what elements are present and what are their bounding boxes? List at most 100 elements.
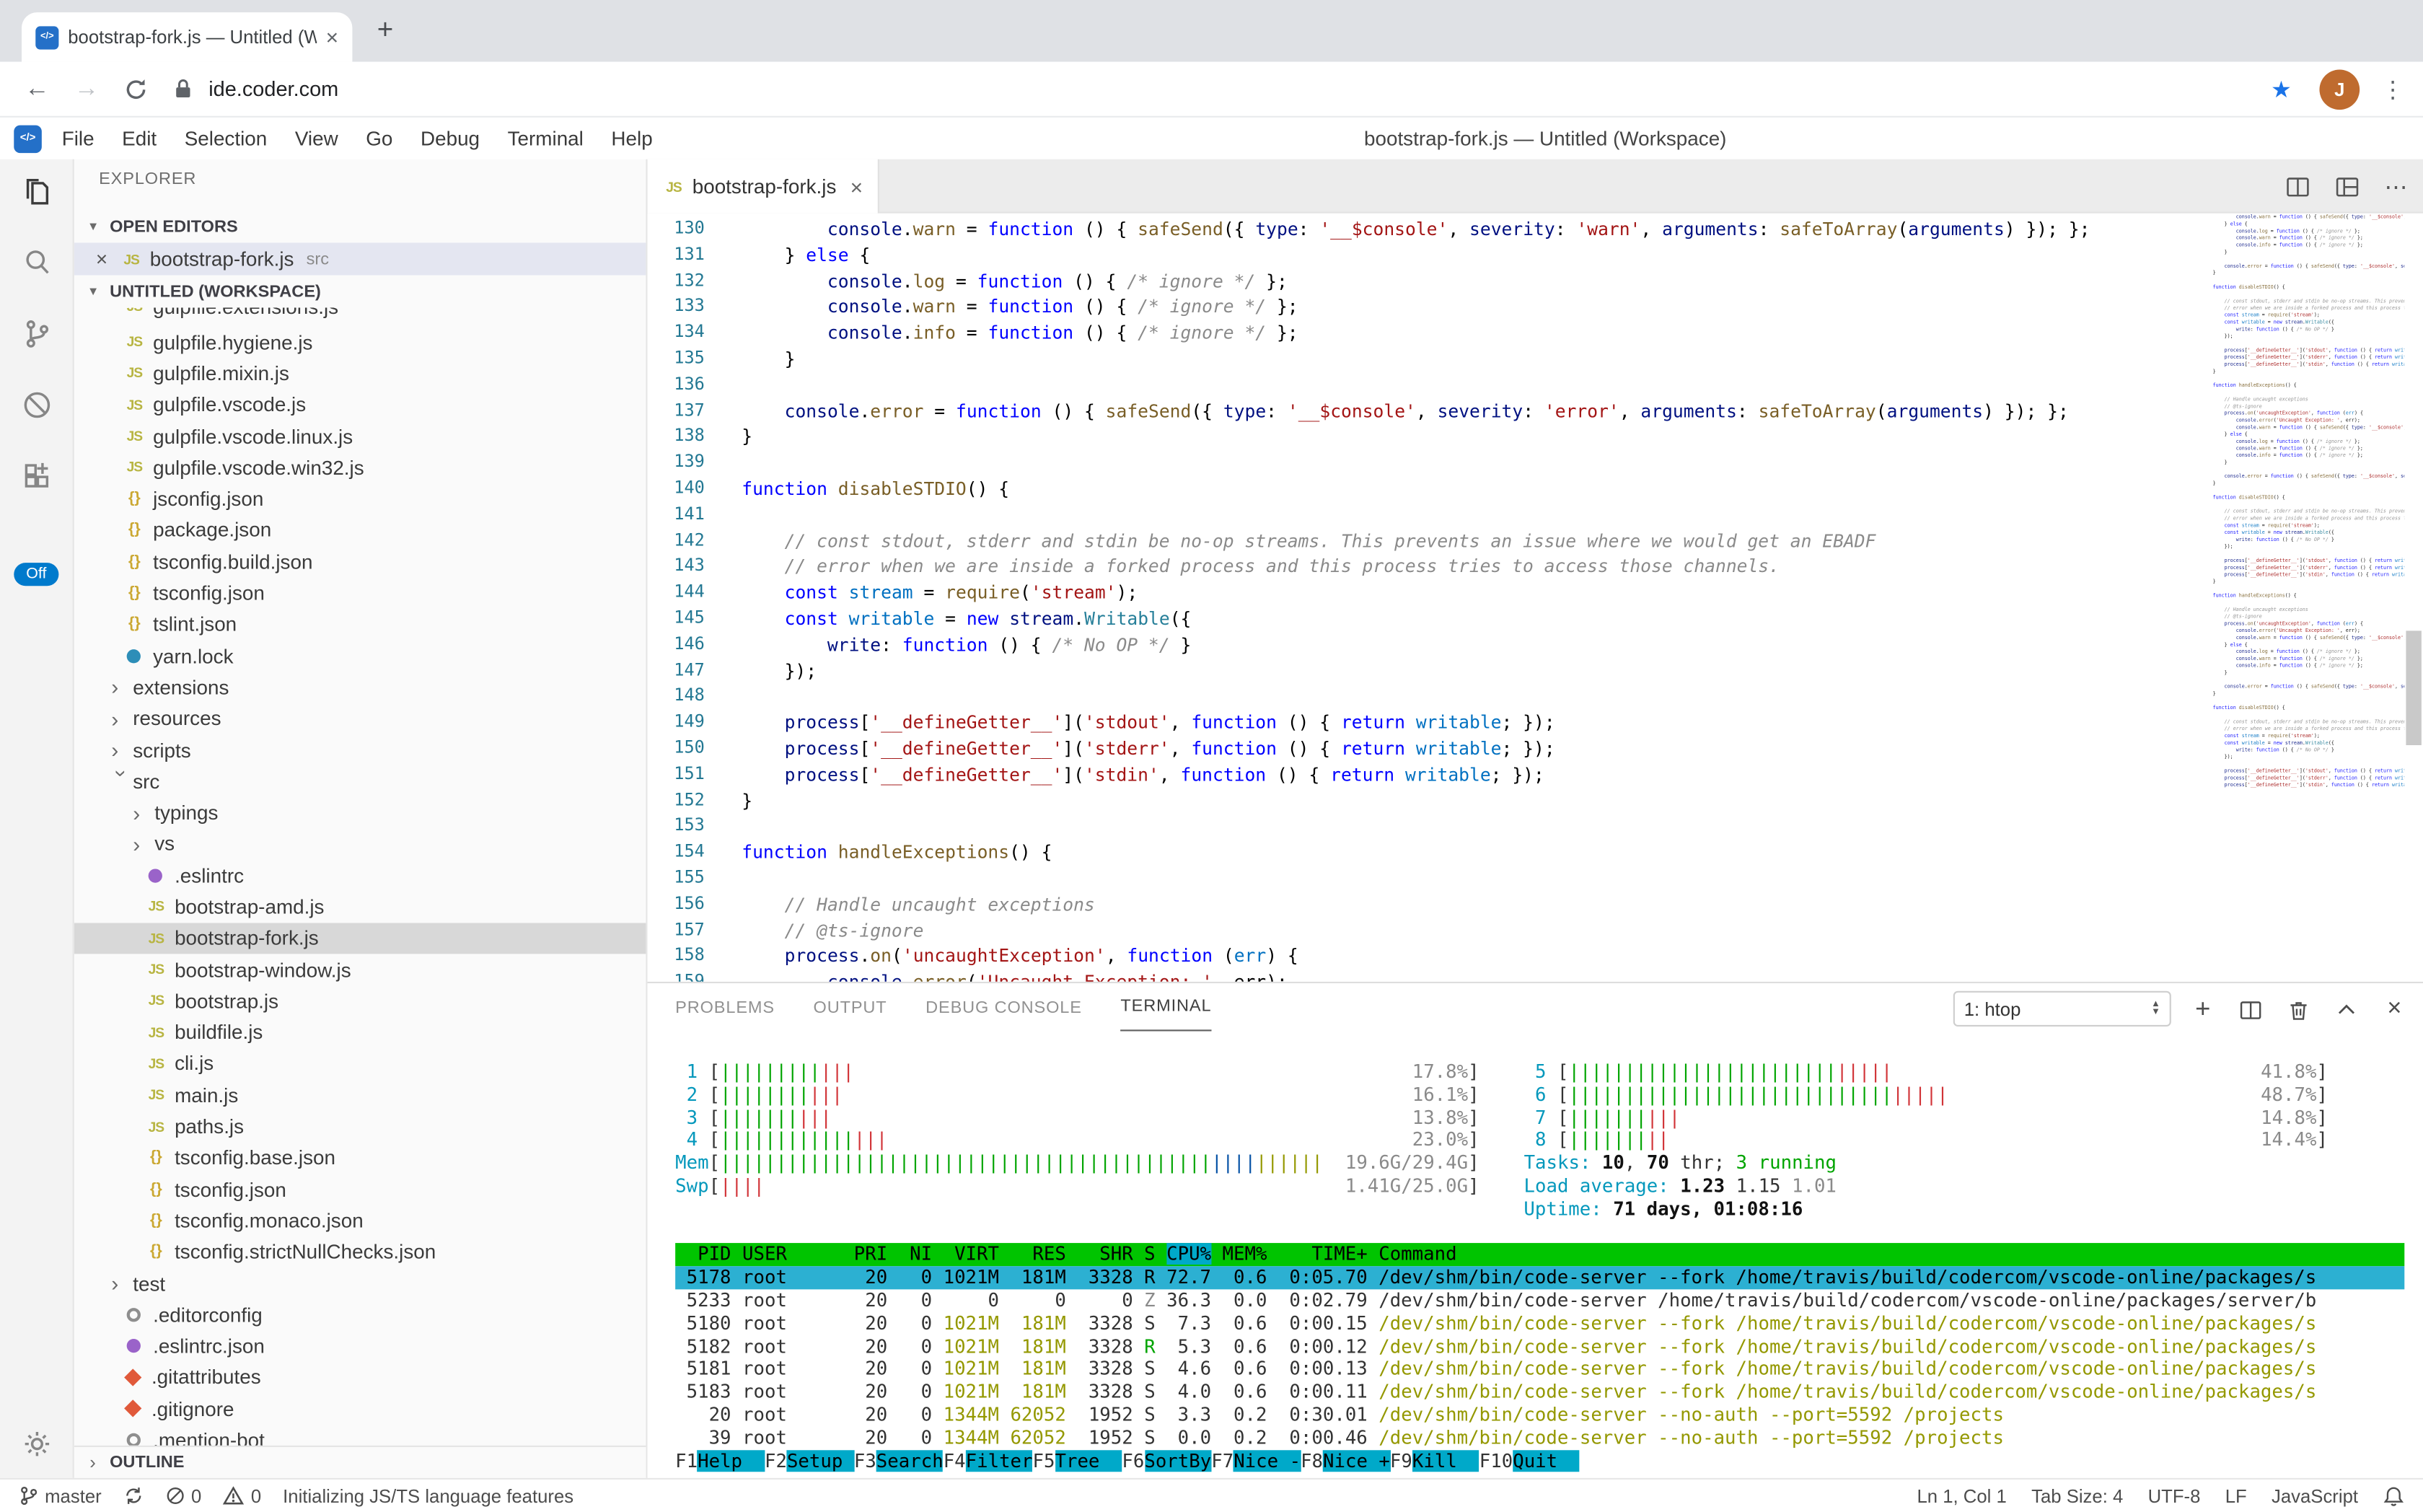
code-line[interactable]: }: [742, 424, 2207, 450]
menu-terminal[interactable]: Terminal: [493, 126, 597, 149]
editor-layout-icon[interactable]: [2335, 174, 2360, 198]
off-toggle-badge[interactable]: Off: [14, 563, 58, 586]
maximize-panel-icon[interactable]: [2334, 996, 2360, 1022]
code-line[interactable]: console.error = function () { safeSend({…: [742, 398, 2207, 424]
open-editor-item[interactable]: × JS bootstrap-fork.js src: [74, 242, 646, 275]
file-tree-item[interactable]: JSgulpfile.extensions.js: [74, 307, 646, 326]
extensions-icon[interactable]: [18, 457, 55, 494]
code-line[interactable]: write: function () { /* No OP */ }: [742, 632, 2207, 658]
file-tree-item[interactable]: JSgulpfile.vscode.js: [74, 389, 646, 420]
file-tree-item[interactable]: .eslintrc: [74, 860, 646, 891]
file-tree-item[interactable]: {}tsconfig.json: [74, 1174, 646, 1205]
tab-close-icon[interactable]: ×: [326, 25, 339, 49]
file-tree-item[interactable]: JSgulpfile.vscode.linux.js: [74, 421, 646, 452]
code-line[interactable]: console.warn = function () { safeSend({ …: [742, 216, 2207, 242]
code-line[interactable]: // error when we are inside a forked pro…: [742, 554, 2207, 580]
file-tree-item[interactable]: JSgulpfile.vscode.win32.js: [74, 452, 646, 483]
workspace-header[interactable]: ▾ UNTITLED (WORKSPACE): [74, 275, 646, 307]
new-tab-button[interactable]: +: [377, 14, 394, 46]
open-editors-header[interactable]: ▾ OPEN EDITORS: [74, 210, 646, 242]
code-line[interactable]: const stream = require('stream');: [742, 580, 2207, 606]
menu-file[interactable]: File: [48, 126, 107, 149]
split-editor-icon[interactable]: [2285, 174, 2310, 198]
file-tree-item[interactable]: JSgulpfile.mixin.js: [74, 358, 646, 389]
sync-status[interactable]: [123, 1486, 144, 1506]
url-text[interactable]: ide.coder.com: [208, 77, 2271, 100]
back-icon[interactable]: ←: [25, 75, 49, 103]
code-line[interactable]: // Handle uncaught exceptions: [742, 892, 2207, 918]
file-tree-item[interactable]: .gitignore: [74, 1393, 646, 1424]
file-tree-item[interactable]: {}package.json: [74, 514, 646, 545]
code-line[interactable]: console.info = function () { /* ignore *…: [742, 320, 2207, 346]
file-tree-item[interactable]: {}tsconfig.base.json: [74, 1142, 646, 1173]
more-actions-icon[interactable]: ⋯: [2384, 172, 2407, 201]
warnings-status[interactable]: 0: [223, 1485, 261, 1506]
code-line[interactable]: console.warn = function () { /* ignore *…: [742, 294, 2207, 320]
status-lf[interactable]: LF: [2225, 1485, 2247, 1506]
source-control-icon[interactable]: [18, 315, 55, 352]
file-tree-item[interactable]: {}tslint.json: [74, 609, 646, 640]
code-line[interactable]: }: [742, 346, 2207, 372]
code-line[interactable]: }: [742, 788, 2207, 814]
file-tree-item[interactable]: ›src: [74, 765, 646, 796]
code-line[interactable]: } else {: [742, 242, 2207, 268]
file-tree-item[interactable]: ›extensions: [74, 672, 646, 703]
file-tree-item[interactable]: JSmain.js: [74, 1079, 646, 1110]
code-line[interactable]: [742, 684, 2207, 710]
panel-tab-output[interactable]: OUTPUT: [814, 985, 887, 1030]
file-tree-item[interactable]: ›test: [74, 1267, 646, 1298]
file-tree-item[interactable]: ›vs: [74, 828, 646, 859]
code-line[interactable]: [742, 372, 2207, 398]
menu-selection[interactable]: Selection: [170, 126, 281, 149]
status-ln-1-col-1[interactable]: Ln 1, Col 1: [1917, 1485, 2006, 1506]
status-tab-size-4[interactable]: Tab Size: 4: [2031, 1485, 2123, 1506]
file-tree-item[interactable]: {}tsconfig.build.json: [74, 546, 646, 577]
outline-header[interactable]: › OUTLINE: [74, 1446, 646, 1478]
editor-scrollbar[interactable]: [2406, 630, 2421, 745]
panel-tab-terminal[interactable]: TERMINAL: [1120, 985, 1211, 1031]
file-tree-item[interactable]: yarn.lock: [74, 640, 646, 671]
file-tree-item[interactable]: ›resources: [74, 703, 646, 734]
menu-view[interactable]: View: [281, 126, 352, 149]
code-line[interactable]: process['__defineGetter__']('stderr', fu…: [742, 736, 2207, 762]
code-line[interactable]: console.error('Uncaught Exception: ', er…: [742, 970, 2207, 982]
file-tree-item[interactable]: JSbootstrap-window.js: [74, 954, 646, 985]
notifications-bell-icon[interactable]: [2383, 1485, 2404, 1506]
file-tree-item[interactable]: JSbootstrap.js: [74, 985, 646, 1016]
terminal[interactable]: 1 [|||||||||||| 17.8%] 5 [||||||||||||||…: [675, 1039, 2404, 1472]
menu-help[interactable]: Help: [597, 126, 667, 149]
bookmark-star-icon[interactable]: ★: [2271, 75, 2292, 103]
code-line[interactable]: console.log = function () { /* ignore */…: [742, 268, 2207, 294]
branch-status[interactable]: master: [19, 1484, 102, 1507]
browser-avatar[interactable]: J: [2319, 69, 2360, 109]
code-line[interactable]: process['__defineGetter__']('stdin', fun…: [742, 762, 2207, 788]
file-tree-item[interactable]: JScli.js: [74, 1048, 646, 1079]
file-tree-item[interactable]: ›typings: [74, 797, 646, 828]
file-tree-item[interactable]: JSgulpfile.hygiene.js: [74, 326, 646, 357]
browser-tab[interactable]: </> bootstrap-fork.js — Untitled (W ×: [22, 12, 352, 62]
file-tree-item[interactable]: JSbuildfile.js: [74, 1016, 646, 1047]
forward-icon[interactable]: →: [74, 75, 99, 103]
code-editor[interactable]: 1301311321331341351361371381391401411421…: [648, 214, 2423, 982]
debug-icon[interactable]: [18, 387, 55, 423]
code-line[interactable]: // const stdout, stderr and stdin be no-…: [742, 528, 2207, 554]
editor-tab[interactable]: JS bootstrap-fork.js ×: [648, 159, 880, 214]
close-tab-icon[interactable]: ×: [850, 174, 863, 198]
errors-status[interactable]: 0: [165, 1485, 202, 1506]
code-line[interactable]: // @ts-ignore: [742, 918, 2207, 944]
file-tree-item[interactable]: JSbootstrap-amd.js: [74, 891, 646, 922]
panel-tab-problems[interactable]: PROBLEMS: [675, 985, 775, 1030]
file-tree-item[interactable]: {}tsconfig.json: [74, 577, 646, 608]
status-javascript[interactable]: JavaScript: [2272, 1485, 2358, 1506]
file-tree-item[interactable]: .eslintrc.json: [74, 1330, 646, 1361]
kill-terminal-trash-icon[interactable]: [2285, 996, 2311, 1022]
code-line[interactable]: });: [742, 658, 2207, 684]
panel-tab-debug-console[interactable]: DEBUG CONSOLE: [925, 985, 1082, 1030]
file-tree-item[interactable]: ›scripts: [74, 734, 646, 765]
reload-icon[interactable]: [123, 76, 148, 101]
file-tree-item[interactable]: {}jsconfig.json: [74, 483, 646, 514]
code-line[interactable]: const writable = new stream.Writable({: [742, 606, 2207, 632]
code-line[interactable]: [742, 502, 2207, 528]
close-panel-icon[interactable]: ×: [2381, 996, 2407, 1022]
close-editor-icon[interactable]: ×: [96, 247, 120, 271]
